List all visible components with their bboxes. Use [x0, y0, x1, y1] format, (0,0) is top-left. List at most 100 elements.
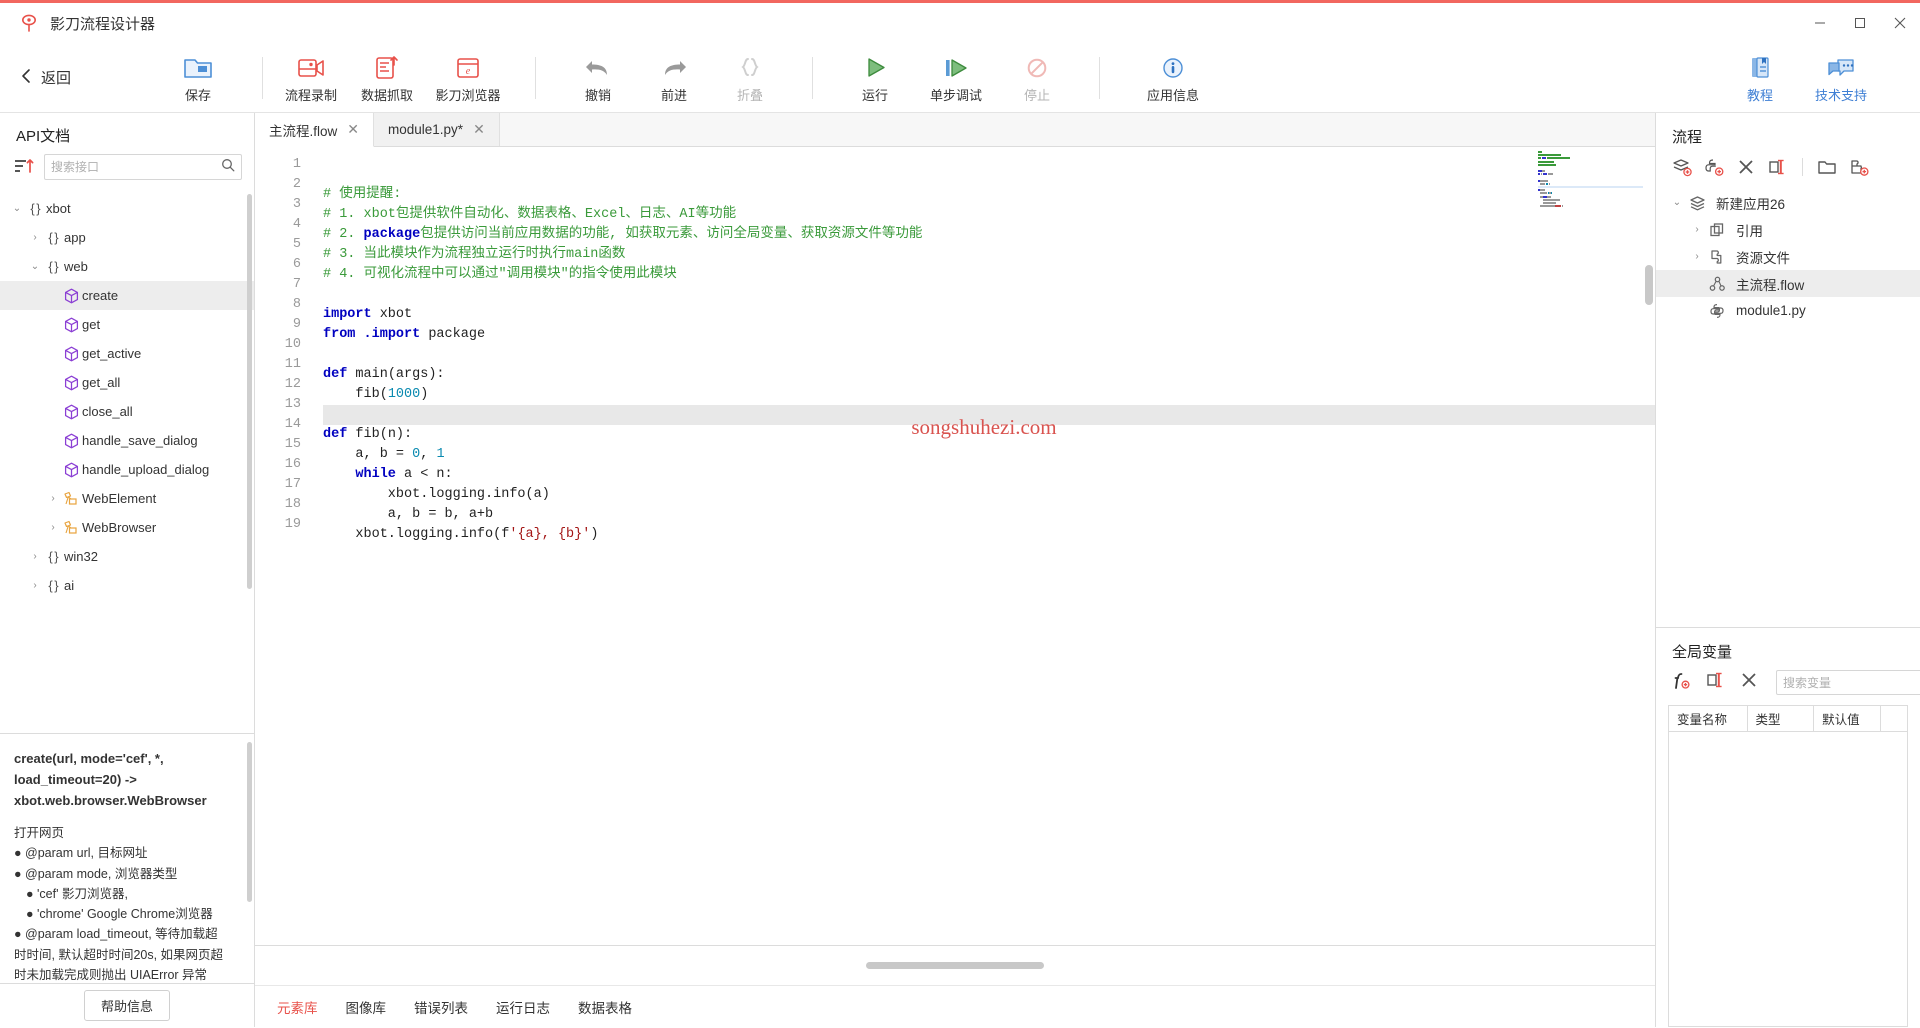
code-line[interactable]	[323, 285, 1655, 305]
code-line[interactable]: xbot.logging.info(f'{a}, {b}')	[323, 525, 1655, 545]
doc-scrollbar[interactable]	[247, 742, 252, 902]
code-content[interactable]: # 使用提醒: # 1. xbot包提供软件自动化、数据表格、Excel、日志、A…	[313, 147, 1655, 945]
bottom-tab[interactable]: 错误列表	[414, 997, 468, 1017]
code-line[interactable]: # 使用提醒:	[323, 185, 1655, 205]
save-button[interactable]: 保存	[160, 46, 236, 110]
app-info-button[interactable]: 应用信息	[1130, 46, 1216, 110]
api-tree-item[interactable]: › WebBrowser	[0, 513, 254, 542]
support-button[interactable]: 技术支持	[1798, 46, 1884, 110]
code-minimap[interactable]	[1538, 151, 1643, 208]
api-tree-item[interactable]: ⌄ { } xbot	[0, 194, 254, 223]
editor-tab[interactable]: module1.py* ✕	[374, 113, 500, 146]
step-debug-button[interactable]: 单步调试	[913, 46, 999, 110]
api-tree-item[interactable]: create	[0, 281, 254, 310]
code-line[interactable]: xbot.logging.info(a)	[323, 485, 1655, 505]
delete-variable-icon[interactable]	[1740, 671, 1758, 694]
add-resource-icon[interactable]	[1849, 157, 1869, 177]
flow-tree-item[interactable]: module1.py	[1656, 297, 1920, 324]
bottom-tab[interactable]: 数据表格	[578, 997, 632, 1017]
chevron-right-icon[interactable]: ›	[46, 493, 60, 504]
redo-button[interactable]: 前进	[636, 46, 712, 110]
flow-tree-item[interactable]: › 引用	[1656, 216, 1920, 243]
bottom-tab[interactable]: 元素库	[277, 997, 318, 1017]
bottom-tabbar[interactable]: 元素库 图像库 错误列表 运行日志 数据表格	[255, 985, 1655, 1027]
chevron-right-icon[interactable]: ›	[1690, 224, 1704, 235]
editor-vertical-scrollbar[interactable]	[1645, 265, 1653, 305]
api-tree-item[interactable]: ⌄ { } web	[0, 252, 254, 281]
sort-ascending-icon[interactable]	[14, 157, 34, 177]
api-tree-item[interactable]: get	[0, 310, 254, 339]
bottom-tab[interactable]: 运行日志	[496, 997, 550, 1017]
code-line[interactable]: while a < n:	[323, 465, 1655, 485]
api-tree-item[interactable]: handle_save_dialog	[0, 426, 254, 455]
code-line[interactable]	[323, 545, 1655, 565]
chevron-down-icon[interactable]: ⌄	[1670, 197, 1684, 208]
code-line[interactable]: def main(args):	[323, 365, 1655, 385]
close-icon[interactable]: ✕	[473, 121, 485, 138]
code-line[interactable]: def fib(n):	[323, 425, 1655, 445]
editor-tabstrip[interactable]: 主流程.flow ✕ module1.py* ✕	[255, 113, 1655, 147]
collapse-button[interactable]: 折叠	[712, 46, 788, 110]
chevron-down-icon[interactable]: ⌄	[10, 203, 24, 214]
chevron-right-icon[interactable]: ›	[1690, 251, 1704, 262]
close-icon[interactable]: ✕	[347, 121, 359, 138]
rename-icon[interactable]	[1768, 157, 1788, 177]
flow-tree-item[interactable]: 主流程.flow	[1656, 270, 1920, 297]
flow-tree-item[interactable]: ⌄ 新建应用26	[1656, 189, 1920, 216]
add-module-icon[interactable]	[1704, 157, 1724, 177]
api-search-input[interactable]	[51, 160, 221, 174]
global-vars-column-header[interactable]: 类型	[1748, 706, 1815, 731]
api-tree-item[interactable]: › { } app	[0, 223, 254, 252]
variable-search-box[interactable]	[1776, 670, 1920, 695]
record-flow-button[interactable]: 流程录制	[273, 46, 349, 110]
code-line[interactable]: fib(1000)	[323, 385, 1655, 405]
chevron-right-icon[interactable]: ›	[46, 522, 60, 533]
rename-variable-icon[interactable]	[1706, 671, 1726, 694]
code-line[interactable]: a, b = b, a+b	[323, 505, 1655, 525]
variable-search-input[interactable]	[1783, 675, 1920, 690]
code-line[interactable]	[323, 345, 1655, 365]
code-editor[interactable]: 1 2 3 4 5 6 7 8 9 10 11 12 13 14 15 16 17 18 19 # 使用提醒: # 1…	[255, 147, 1655, 945]
chevron-down-icon[interactable]: ⌄	[28, 261, 42, 272]
api-tree-item[interactable]: get_all	[0, 368, 254, 397]
run-button[interactable]: 运行	[837, 46, 913, 110]
api-search-box[interactable]	[44, 154, 242, 180]
code-line[interactable]	[323, 405, 1655, 425]
code-line[interactable]: # 2. package包提供访问当前应用数据的功能, 如获取元素、访问全局变量…	[323, 225, 1655, 245]
add-flow-icon[interactable]	[1672, 157, 1692, 177]
tutorial-button[interactable]: 教程	[1722, 46, 1798, 110]
code-line[interactable]: # 4. 可视化流程中可以通过"调用模块"的指令使用此模块	[323, 265, 1655, 285]
chevron-right-icon[interactable]: ›	[28, 580, 42, 591]
api-tree-item[interactable]: › { } win32	[0, 542, 254, 571]
code-line[interactable]: import xbot	[323, 305, 1655, 325]
api-tree-item[interactable]: get_active	[0, 339, 254, 368]
minimize-button[interactable]	[1800, 3, 1840, 43]
editor-tab[interactable]: 主流程.flow ✕	[255, 113, 374, 147]
flow-tree-item[interactable]: › 资源文件	[1656, 243, 1920, 270]
code-line[interactable]: # 3. 当此模块作为流程独立运行时执行main函数	[323, 245, 1655, 265]
delete-icon[interactable]	[1736, 157, 1756, 177]
maximize-button[interactable]	[1840, 3, 1880, 43]
undo-button[interactable]: 撤销	[560, 46, 636, 110]
search-icon[interactable]	[221, 158, 235, 177]
code-line[interactable]: a, b = 0, 1	[323, 445, 1655, 465]
code-line[interactable]: # 1. xbot包提供软件自动化、数据表格、Excel、日志、AI等功能	[323, 205, 1655, 225]
chevron-right-icon[interactable]: ›	[28, 551, 42, 562]
api-tree-item[interactable]: handle_upload_dialog	[0, 455, 254, 484]
global-vars-column-header[interactable]: 默认值	[1814, 706, 1881, 731]
xbot-browser-button[interactable]: e 影刀浏览器	[425, 46, 511, 110]
chevron-right-icon[interactable]: ›	[28, 232, 42, 243]
code-line[interactable]: from .import package	[323, 325, 1655, 345]
stop-button[interactable]: 停止	[999, 46, 1075, 110]
close-button[interactable]	[1880, 3, 1920, 43]
api-tree-item[interactable]: › WebElement	[0, 484, 254, 513]
api-tree-item[interactable]: close_all	[0, 397, 254, 426]
editor-horizontal-scrollbar[interactable]	[866, 962, 1044, 969]
bottom-tab[interactable]: 图像库	[346, 997, 387, 1017]
add-variable-icon[interactable]	[1672, 671, 1692, 695]
back-button[interactable]: 返回	[20, 67, 120, 88]
api-tree[interactable]: ⌄ { } xbot › { } app ⌄ { } web create get get_activ…	[0, 190, 254, 733]
global-vars-column-header[interactable]: 变量名称	[1669, 706, 1748, 731]
global-vars-column-header[interactable]	[1881, 706, 1907, 731]
api-tree-scrollbar[interactable]	[247, 194, 252, 589]
